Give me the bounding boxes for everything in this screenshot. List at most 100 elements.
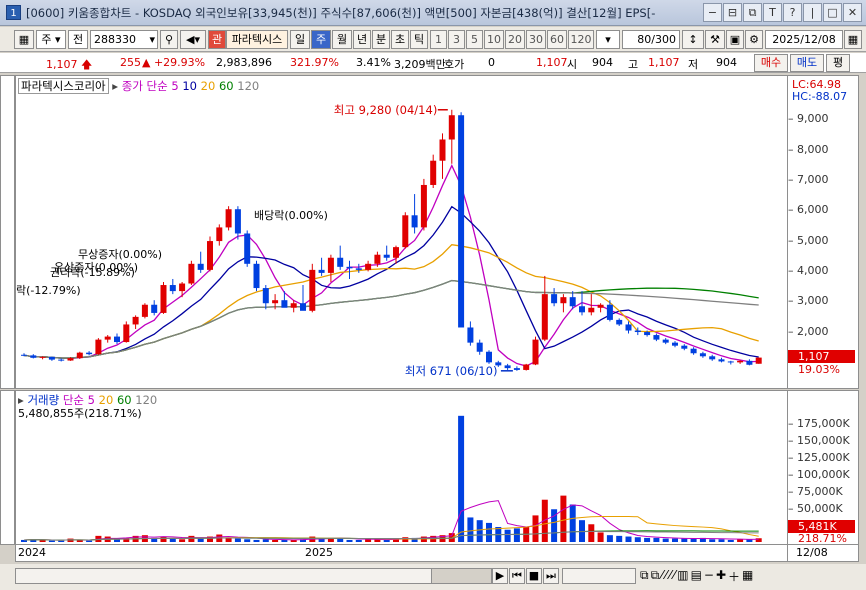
period-week[interactable]: 주 [311, 30, 331, 49]
search-icon[interactable]: ⚲ [160, 30, 178, 49]
period-day[interactable]: 일 [290, 30, 310, 49]
candle-body [355, 268, 362, 270]
grid-icon[interactable]: ▦ [14, 30, 34, 49]
chart-toolbar: ▦ 주 ▾ 전 288330 ▾ ⚲ ◀▾ 관 파라텍시스 일 주 월 년 분 초… [0, 27, 866, 52]
line-icon[interactable]: ⁄ [661, 568, 663, 585]
minimize-icon[interactable]: − [703, 3, 722, 22]
speaker-icon[interactable]: ◀▾ [180, 30, 206, 49]
candle-body [718, 359, 725, 362]
interval-5[interactable]: 5 [466, 30, 483, 49]
cascade-icon[interactable]: ⧉ [743, 3, 762, 22]
window-icon[interactable]: ⧉ [640, 568, 649, 585]
period-second[interactable]: 초 [391, 30, 409, 49]
volume-axis[interactable]: – 175,000K – 150,000K – 125,000K – 100,000K… [788, 390, 859, 545]
candle-body [67, 358, 74, 361]
period-tick[interactable]: 틱 [410, 30, 428, 49]
candle-body [151, 304, 158, 313]
volume-bar [272, 539, 279, 542]
price-y-tick: – 7,000 [788, 172, 829, 186]
stock-name-label: 파라텍시스코리아 [18, 78, 109, 94]
price-chart[interactable]: 최고 9,280 (04/14) 최저 671 (06/10) 배당락(0.00%)… [16, 76, 789, 388]
market-select[interactable]: 전 [68, 30, 88, 49]
price-pane-left-strip [0, 75, 15, 389]
volume-bar [160, 536, 167, 542]
interval-20[interactable]: 20 [505, 30, 525, 49]
volume-bar [169, 538, 176, 542]
line-icon[interactable]: ⁄ [669, 568, 671, 585]
interval-60[interactable]: 60 [547, 30, 567, 49]
tool-icon[interactable]: ⚒ [705, 30, 725, 49]
volume-value: 5,480,855주(218.71%) [18, 407, 142, 420]
candle-body [290, 303, 297, 308]
stop-icon[interactable]: ■ [526, 568, 542, 584]
interval-10[interactable]: 10 [484, 30, 504, 49]
volume-bar [504, 529, 511, 542]
volume-bar [634, 537, 641, 542]
volume-bar [588, 524, 595, 542]
period-minute[interactable]: 분 [372, 30, 390, 49]
type-select[interactable]: 주 ▾ [36, 30, 66, 49]
scroll-thumb[interactable] [431, 569, 491, 583]
candle-body [365, 263, 372, 270]
restore-icon[interactable]: ⊟ [723, 3, 742, 22]
interval-custom-select[interactable]: ▾ [596, 30, 620, 49]
sell-button[interactable]: 매도 [790, 54, 824, 72]
horizontal-scrollbar[interactable] [15, 568, 492, 584]
x-label-2024: 2024 [18, 546, 46, 559]
grid-icon[interactable]: ▦ [742, 568, 753, 585]
candle-body [690, 348, 697, 354]
brand-badge[interactable]: 관 [208, 30, 226, 49]
period-month[interactable]: 월 [332, 30, 352, 49]
quote-row: 1,107 🡅 255 ▲ +29.93% 2,983,896 321.97% … [0, 53, 866, 73]
volume-bar [355, 539, 362, 542]
volume-bar [234, 538, 241, 542]
candle-body [597, 304, 604, 308]
hoga-label: 호가 [444, 58, 465, 71]
rewind-icon[interactable]: ⏮ [509, 568, 525, 584]
forward-icon[interactable]: ⏭ [543, 568, 559, 584]
calendar-icon[interactable]: ▦ [844, 30, 862, 49]
volume-bar [644, 537, 651, 542]
chart-icon[interactable]: ▥ [677, 568, 688, 585]
plus-icon[interactable]: ＋ [728, 568, 740, 585]
candle-body [21, 354, 27, 356]
close-icon[interactable]: ✕ [843, 3, 862, 22]
price-axis[interactable]: LC:64.98 HC:-88.07 – 9,000– 8,000– 7,000… [788, 75, 859, 389]
interval-1[interactable]: 1 [430, 30, 447, 49]
interval-30[interactable]: 30 [526, 30, 546, 49]
fit-icon[interactable]: ↕ [682, 30, 704, 49]
line-icon[interactable]: ⁄ [665, 568, 667, 585]
price-pane[interactable]: 최고 9,280 (04/14) 최저 671 (06/10) 배당락(0.00%)… [15, 75, 788, 389]
count-input[interactable]: 80/300 [622, 30, 680, 49]
date-input[interactable]: 2025/12/08 [765, 30, 843, 49]
volume-bar [616, 535, 623, 542]
minus-icon[interactable]: − [704, 568, 714, 585]
candle-body [402, 215, 409, 248]
volume-y-tick: – 125,000K [788, 450, 850, 464]
candle-body [560, 297, 567, 304]
save-icon[interactable]: ▣ [726, 30, 744, 49]
candle-body [755, 357, 762, 364]
price-y-tick: – 4,000 [788, 263, 829, 277]
interval-120[interactable]: 120 [568, 30, 594, 49]
window-icon[interactable]: ⧉ [651, 568, 660, 585]
buy-button[interactable]: 매수 [754, 54, 788, 72]
text-icon[interactable]: T [763, 3, 782, 22]
maximize-icon[interactable]: □ [823, 3, 842, 22]
candle-body [625, 324, 632, 331]
play-icon[interactable]: ▶ [492, 568, 508, 584]
cross-icon[interactable]: ✚ [716, 568, 726, 585]
zoom-slider[interactable] [562, 568, 636, 584]
expand-icon[interactable]: ▸ [112, 79, 118, 93]
period-year[interactable]: 년 [353, 30, 371, 49]
chart-icon[interactable]: ▤ [691, 568, 702, 585]
volume-ratio: 321.97% [290, 56, 339, 69]
stock-code-input[interactable]: 288330 ▾ [90, 30, 158, 49]
help-icon[interactable]: ? [783, 3, 802, 22]
volume-pane[interactable]: ▸ 거래량 단순 5 20 60 120 5,480,855주(218.71%) [15, 390, 788, 545]
eval-button[interactable]: 평 [826, 54, 850, 72]
volume-bar [188, 535, 195, 542]
interval-3[interactable]: 3 [448, 30, 465, 49]
line-icon[interactable]: ⁄ [673, 568, 675, 585]
settings-icon[interactable]: ⚙ [745, 30, 763, 49]
